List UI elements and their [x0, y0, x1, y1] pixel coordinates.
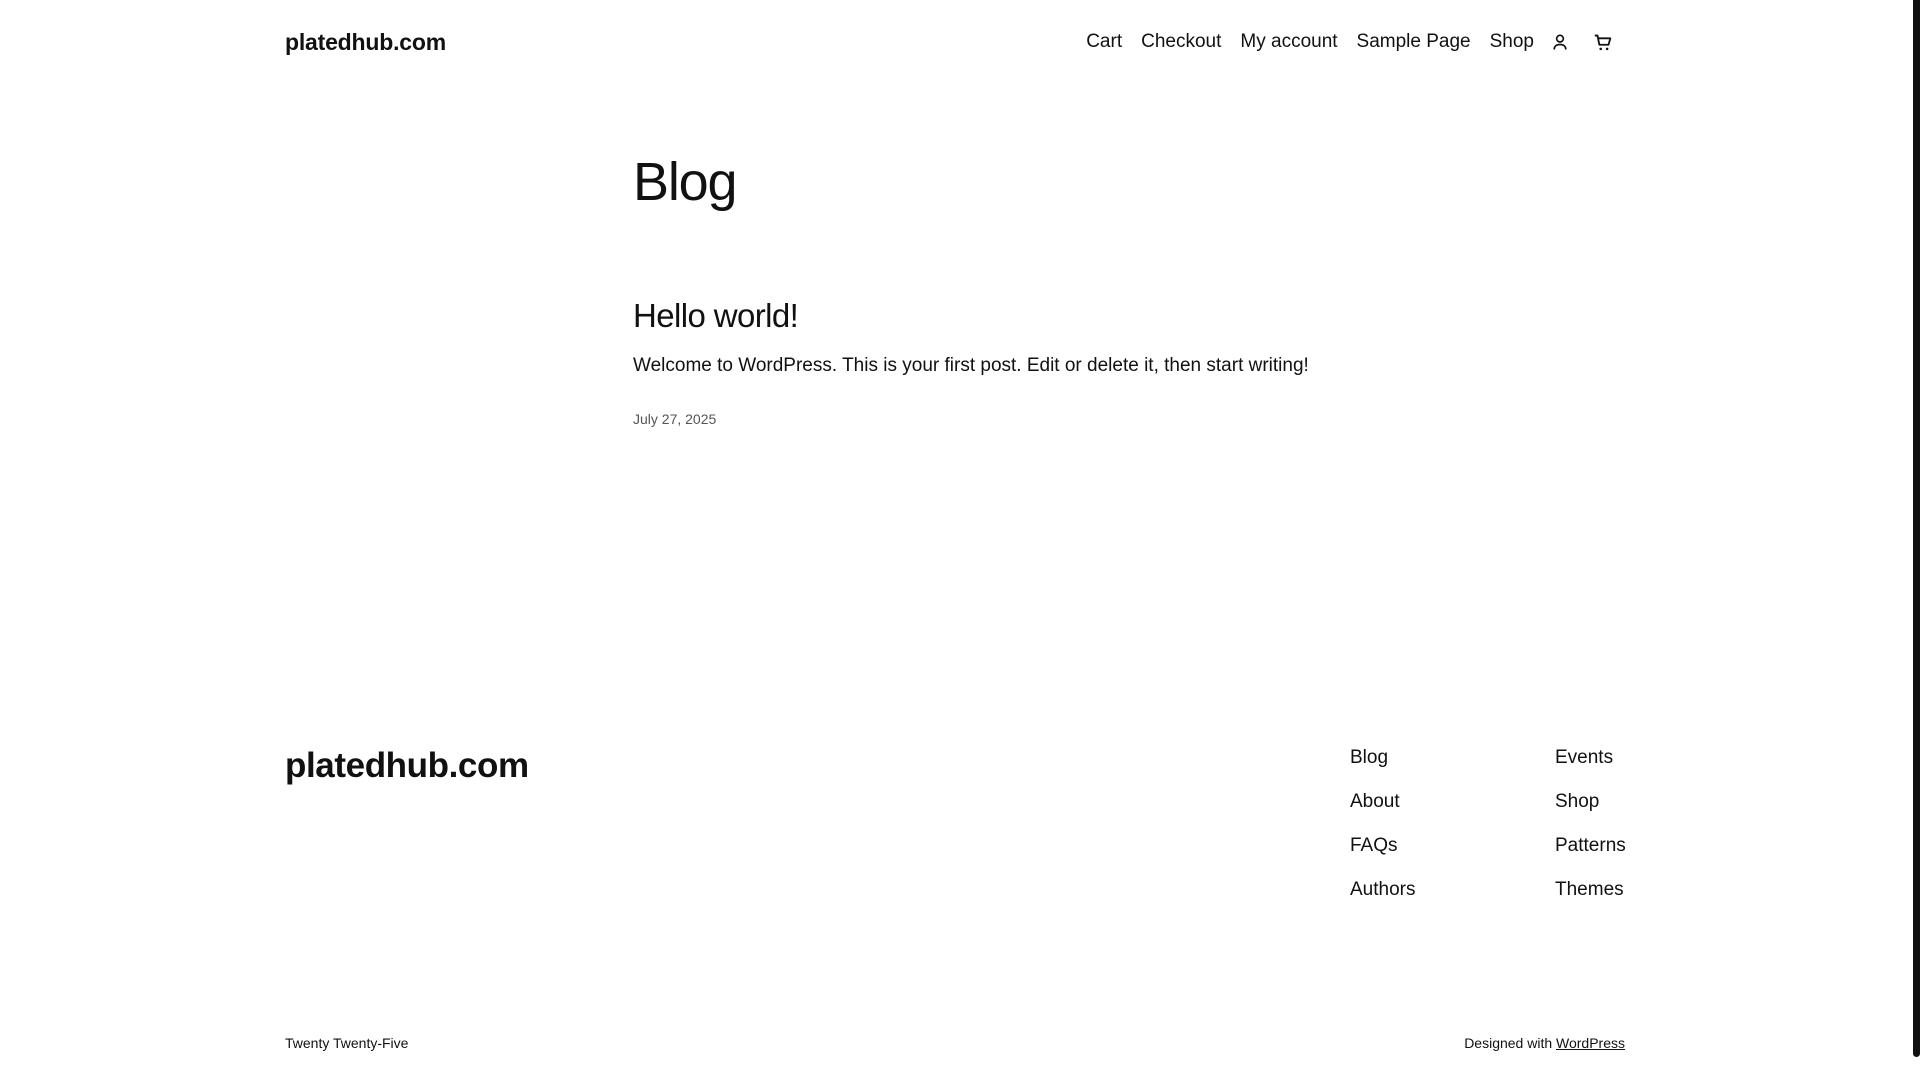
footer-link-events[interactable]: Events [1555, 744, 1626, 772]
main-navigation: Cart Checkout My account Sample Page Sho… [1086, 28, 1616, 56]
cart-icon[interactable] [1590, 28, 1616, 56]
nav-cart[interactable]: Cart [1086, 28, 1122, 56]
footer-link-about[interactable]: About [1350, 788, 1415, 816]
wordpress-link[interactable]: WordPress [1556, 1035, 1625, 1051]
footer-nav-column-2: Events Shop Patterns Themes [1555, 744, 1626, 904]
designed-with-credit: Designed with WordPress [1464, 1033, 1625, 1053]
footer-link-themes[interactable]: Themes [1555, 876, 1626, 904]
footer-site-title-link[interactable]: platedhub.com [285, 743, 529, 789]
footer-link-blog[interactable]: Blog [1350, 744, 1415, 772]
post-date: July 27, 2025 [633, 411, 717, 427]
post-title-text[interactable]: Hello world! [633, 297, 799, 334]
footer-link-patterns[interactable]: Patterns [1555, 832, 1626, 860]
page-title: Blog [633, 152, 737, 212]
footer-nav-column-1: Blog About FAQs Authors [1350, 744, 1415, 904]
designed-with-text: Designed with [1464, 1035, 1557, 1051]
user-icon[interactable] [1547, 28, 1573, 56]
nav-my-account[interactable]: My account [1240, 28, 1337, 56]
header-icons [1547, 28, 1616, 56]
footer-link-authors[interactable]: Authors [1350, 876, 1415, 904]
scrollbar[interactable] [1913, 0, 1920, 1057]
post-title-link[interactable]: Hello world! [633, 294, 799, 338]
nav-shop[interactable]: Shop [1490, 28, 1534, 56]
footer-link-shop[interactable]: Shop [1555, 788, 1626, 816]
post-excerpt: Welcome to WordPress. This is your first… [633, 355, 1309, 376]
footer-link-faqs[interactable]: FAQs [1350, 832, 1415, 860]
page: platedhub.com Cart Checkout My account S… [0, 0, 1920, 1080]
site-title-link[interactable]: platedhub.com [285, 26, 446, 58]
nav-checkout[interactable]: Checkout [1141, 28, 1221, 56]
theme-credit: Twenty Twenty-Five [285, 1035, 409, 1051]
nav-sample-page[interactable]: Sample Page [1357, 28, 1471, 56]
